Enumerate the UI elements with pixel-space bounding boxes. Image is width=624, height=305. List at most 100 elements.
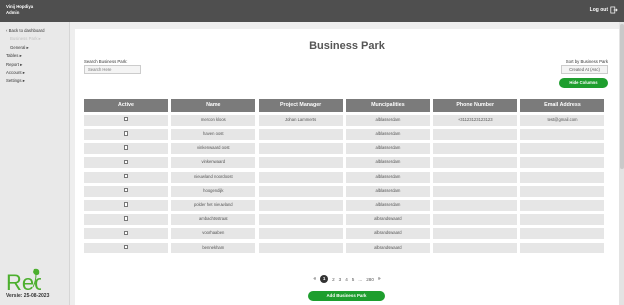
table-row[interactable]: voorhaaben albrandswaard [84,228,610,240]
logout-icon [610,6,618,14]
active-checkbox[interactable] [123,159,129,165]
logout-button[interactable]: Log out [590,6,618,14]
phone-cell [433,143,518,155]
email-cell [520,214,605,226]
active-cell [84,228,168,240]
municipality-cell: alblasserdam [345,157,430,169]
table-header-row: Active Name Project Manager Muncipalitie… [84,99,610,112]
page-button[interactable]: 2 [332,277,335,282]
page-button-current[interactable]: 1 [320,275,329,283]
municipality-cell: alblasserdam [345,200,430,211]
phone-cell [433,242,518,254]
active-cell [84,171,168,183]
page-button-last[interactable]: 280 [366,277,374,282]
scrollbar-thumb[interactable] [619,24,624,169]
active-checkbox[interactable] [123,117,129,122]
table-row[interactable]: bennekham albrandswaard [84,242,610,254]
sidebar-item-report[interactable]: Report ▸ [6,61,44,69]
pagination-ellipsis: ... [358,276,363,282]
manager-cell [258,157,343,169]
name-cell: nieuwland noordoost [171,171,256,183]
email-cell [520,143,605,155]
logo-text: Rec [6,270,41,293]
table-row[interactable]: nieuwland noordoost alblasserdam [84,171,610,183]
rec-logo: Rec [6,268,41,293]
active-checkbox[interactable] [123,131,129,136]
next-page-button[interactable]: » [378,276,381,282]
name-cell: ambachtsstraat [171,214,256,226]
table-row[interactable]: polder het nieuwland alblasserdam [84,200,610,211]
main-content: Business Park Search Business Park: Sort… [70,22,624,305]
name-cell: voorhaaben [171,228,256,240]
name-cell: hoogendijk [171,185,256,197]
logout-label: Log out [589,7,608,13]
table-row[interactable]: hoogendijk alblasserdam [84,185,610,197]
column-header-name[interactable]: Name [171,99,256,112]
active-checkbox[interactable] [123,173,129,179]
phone-cell [433,185,518,197]
manager-cell [258,200,343,211]
page-button[interactable]: 3 [339,277,342,282]
email-cell [520,171,605,183]
column-header-project-manager[interactable]: Project Manager [258,99,343,112]
page-button[interactable]: 5 [352,277,355,282]
manager-cell [258,129,343,140]
municipality-cell: albrandswaard [345,228,430,240]
active-checkbox[interactable] [123,244,129,250]
phone-cell [433,157,518,169]
column-header-municipalities[interactable]: Muncipalities [345,99,430,112]
page-button[interactable]: 4 [345,277,348,282]
active-cell [84,129,168,140]
column-header-email-address[interactable]: Email Address [520,99,605,112]
column-header-active[interactable]: Active [84,99,168,112]
active-cell [84,114,168,126]
table-row[interactable]: haven oost alblasserdam [84,129,610,140]
manager-cell [258,185,343,197]
table-row[interactable]: mercon kloos Johan Lammerts alblasserdam… [84,114,610,126]
active-checkbox[interactable] [123,230,129,235]
active-checkbox[interactable] [123,145,129,150]
sort-select[interactable]: Created At (Asc) [561,65,608,74]
table-row[interactable]: ambachtsstraat albrandswaard [84,214,610,226]
sidebar-item-business-park[interactable]: Business Park ▸ [6,35,44,43]
active-checkbox[interactable] [123,188,129,193]
search-input[interactable] [84,65,141,74]
back-to-dashboard-link[interactable]: ‹ Back to dashboard [6,27,44,35]
active-cell [84,185,168,197]
email-cell [520,185,605,197]
brand: Vinij Hopdiya Admin [6,4,33,15]
active-cell [84,157,168,169]
municipality-cell: alblasserdam [345,185,430,197]
scrollbar-track[interactable] [619,22,624,305]
municipality-cell: alblasserdam [345,114,430,126]
sidebar-item-tables[interactable]: Tables ▸ [6,52,44,60]
column-header-phone-number[interactable]: Phone Number [433,99,518,112]
email-cell [520,157,605,169]
name-cell: vinkenwaard oost [171,143,256,155]
email-cell [520,129,605,140]
content-panel: Business Park Search Business Park: Sort… [75,29,619,305]
sidebar-item-general[interactable]: General ▸ [6,44,44,52]
municipality-cell: alblasserdam [345,129,430,140]
hide-columns-button[interactable]: Hide Columns [559,78,608,88]
active-cell [84,143,168,155]
phone-cell [433,228,518,240]
active-checkbox[interactable] [123,216,129,221]
manager-cell [258,228,343,240]
sort-label: Sort by Business Park [565,59,608,64]
active-cell [84,200,168,211]
sidebar-item-account[interactable]: Account ▸ [6,69,44,77]
manager-cell [258,214,343,226]
name-cell: polder het nieuwland [171,200,256,211]
prev-page-button[interactable]: « [313,276,316,282]
active-checkbox[interactable] [123,202,129,207]
sidebar-item-settings[interactable]: Settings ▸ [6,77,44,85]
name-cell: bennekham [171,242,256,254]
name-cell: vinkenwaard [171,157,256,169]
municipality-cell: alblasserdam [345,171,430,183]
table-row[interactable]: vinkenwaard alblasserdam [84,157,610,169]
pagination: « 1 2 3 4 5 ... 280 » [75,275,619,283]
add-business-park-button[interactable]: Add Business Park [308,291,385,301]
table-row[interactable]: vinkenwaard oost alblasserdam [84,143,610,155]
manager-cell [258,242,343,254]
